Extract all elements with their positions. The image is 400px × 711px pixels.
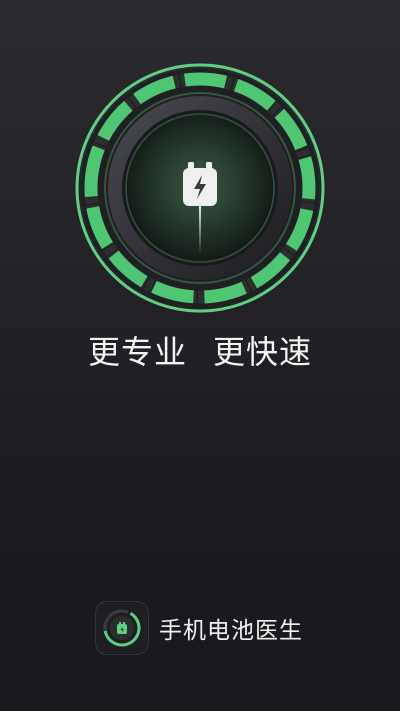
battery-gauge-icon [74, 62, 326, 314]
slogan-part-1: 更专业 [87, 333, 187, 371]
app-name: 手机电池医生 [159, 618, 303, 644]
app-logo-icon [95, 601, 149, 655]
slogan-part-2: 更快速 [213, 333, 313, 371]
slogan: 更专业 更快速 [0, 332, 400, 372]
brand-footer: 手机电池医生 [95, 601, 303, 655]
splash-screen: 更专业 更快速 手机电池医生 [0, 0, 400, 711]
